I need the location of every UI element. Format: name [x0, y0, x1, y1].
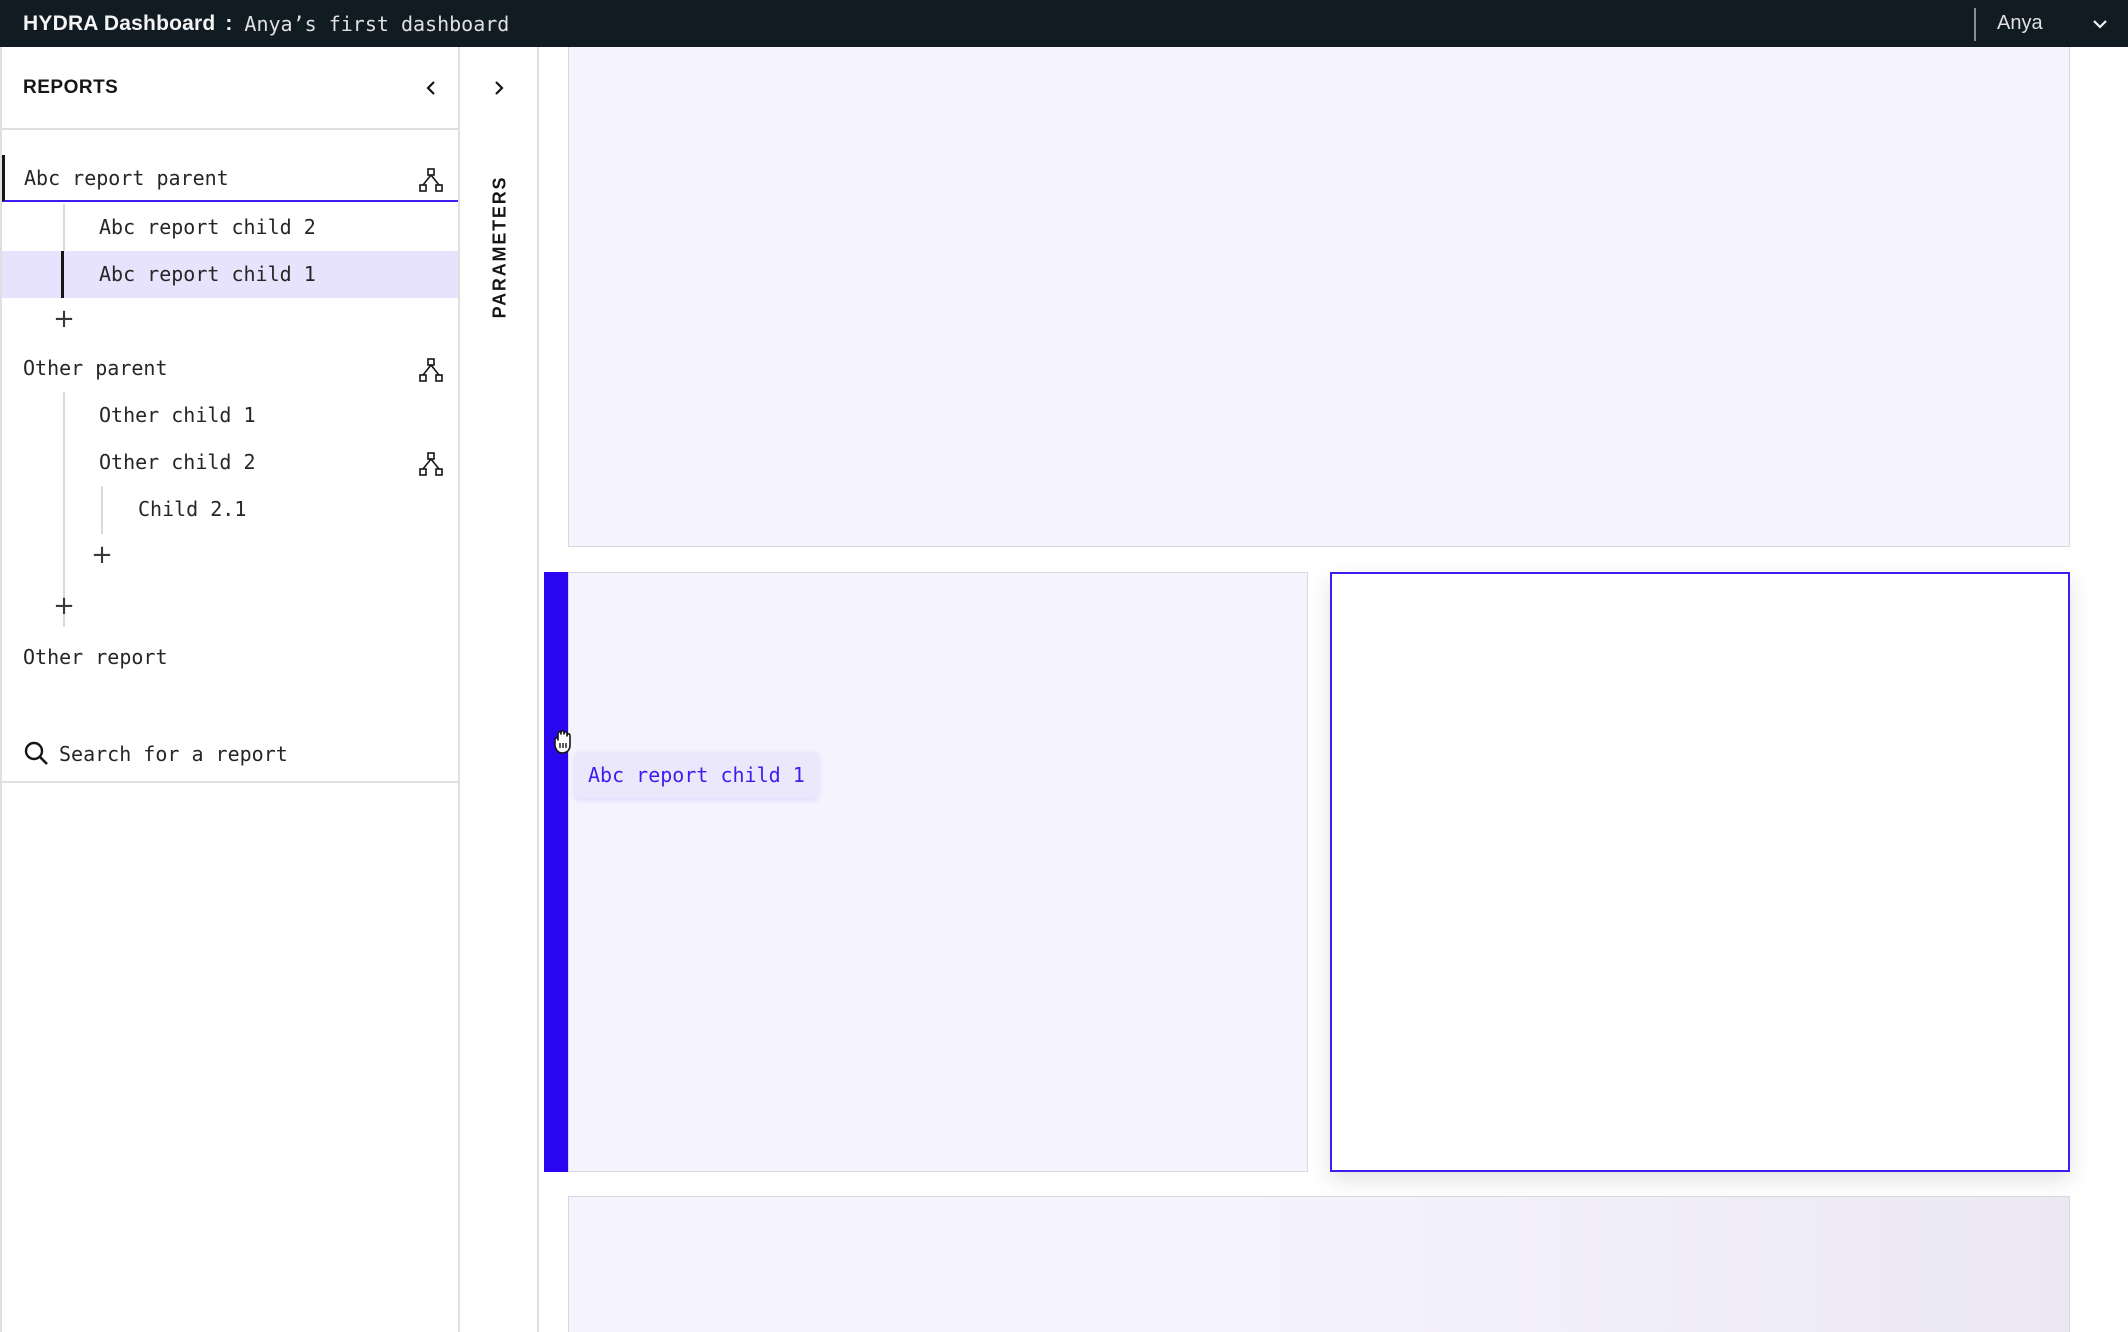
tree-item-other-child-1[interactable]: Other child 1	[2, 392, 458, 439]
add-child-report-button[interactable]: +	[90, 542, 114, 568]
tree-item-label: Other child 1	[99, 403, 256, 427]
user-menu-divider	[1974, 8, 1976, 41]
dashboard-tile[interactable]	[568, 47, 2070, 547]
hierarchy-icon[interactable]	[418, 451, 444, 477]
tree-item-label: Other report	[23, 645, 168, 669]
dashboard-tile[interactable]	[568, 1196, 2070, 1332]
tree-item-other-parent[interactable]: Other parent	[2, 345, 458, 392]
tree-item-child-2-1[interactable]: Child 2.1	[2, 486, 458, 533]
add-child-report-button[interactable]: +	[52, 593, 76, 619]
tree-item-abc-report-child-1[interactable]: Abc report child 1	[2, 251, 458, 298]
reports-title: REPORTS	[23, 77, 119, 98]
tree-item-label: Abc report child 1	[99, 262, 316, 286]
grab-hand-icon	[554, 729, 571, 754]
report-search[interactable]: Search for a report	[2, 727, 458, 783]
top-bar: HYDRA Dashboard : Anya’s first dashboard…	[0, 0, 2128, 47]
tree-item-label: Other child 2	[99, 450, 256, 474]
parameters-label[interactable]: PARAMETERS	[490, 176, 511, 319]
parameters-rail: PARAMETERS	[460, 47, 539, 1332]
tree-item-abc-report-parent[interactable]: Abc report parent	[2, 155, 458, 202]
tree-item-label: Other parent	[23, 356, 168, 380]
tree-item-label: Child 2.1	[138, 497, 247, 521]
collapse-reports-button[interactable]	[416, 73, 446, 103]
hierarchy-icon[interactable]	[418, 167, 444, 193]
search-icon	[24, 741, 48, 765]
tree-selected-indicator	[61, 251, 64, 298]
dashboard-tile[interactable]	[568, 572, 1308, 1172]
chevron-right-icon	[495, 81, 504, 95]
hierarchy-icon[interactable]	[418, 357, 444, 383]
expand-parameters-button[interactable]	[482, 71, 516, 105]
dashboard-canvas: Abc report child 1	[541, 47, 2128, 1332]
tree-item-label: Abc report parent	[24, 166, 229, 190]
add-child-report-button[interactable]: +	[52, 306, 76, 332]
drag-preview-chip[interactable]: Abc report child 1	[575, 752, 818, 798]
tree-item-other-child-2[interactable]: Other child 2	[2, 439, 458, 486]
tree-item-abc-report-child-2[interactable]: Abc report child 2	[2, 204, 458, 251]
reports-panel: REPORTS Abc report parent Abc report chi…	[0, 47, 460, 1332]
app-breadcrumb: HYDRA Dashboard : Anya’s first dashboard	[23, 0, 509, 47]
chevron-down-icon[interactable]	[2090, 14, 2110, 34]
drop-indicator	[544, 572, 568, 1172]
dashboard-name[interactable]: Anya’s first dashboard	[244, 12, 509, 36]
breadcrumb-separator: :	[225, 11, 233, 35]
tree-item-other-report[interactable]: Other report	[2, 634, 458, 681]
dashboard-tile-highlighted[interactable]	[1330, 572, 2070, 1172]
search-input[interactable]: Search for a report	[59, 727, 288, 781]
tree-item-label: Abc report child 2	[99, 215, 316, 239]
chevron-left-icon	[426, 81, 435, 95]
reports-header: REPORTS	[2, 47, 458, 130]
user-name[interactable]: Anya	[1997, 0, 2043, 47]
app-name[interactable]: HYDRA Dashboard	[23, 12, 215, 36]
